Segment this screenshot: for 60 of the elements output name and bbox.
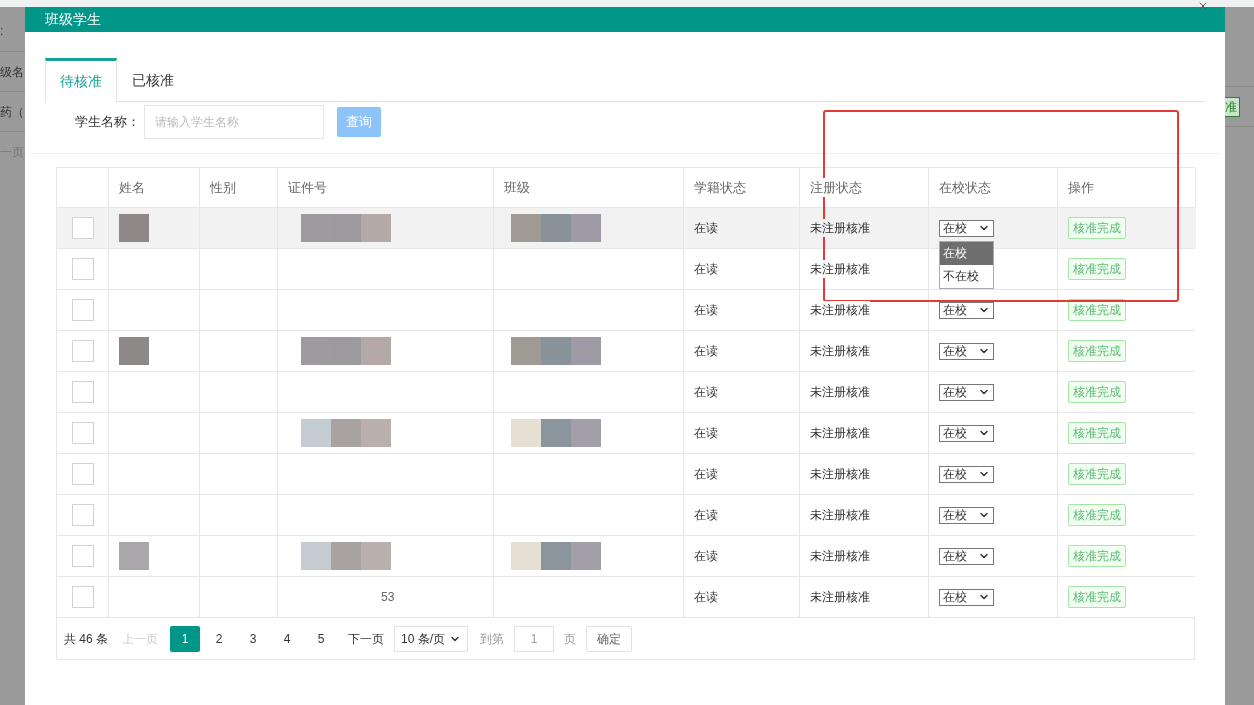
row-checkbox[interactable] xyxy=(71,504,94,526)
status-select[interactable]: 在校 xyxy=(939,342,994,360)
enrollment-cell-text: 在读 xyxy=(694,466,718,483)
page-button[interactable]: 2 xyxy=(204,625,234,652)
background-text: 药（ xyxy=(0,103,24,121)
page-button[interactable]: 1 xyxy=(170,625,200,652)
dropdown-option[interactable]: 在校 xyxy=(940,241,993,265)
registration-cell: 未注册核准 xyxy=(810,424,870,442)
status-select[interactable]: 在校 xyxy=(939,465,994,483)
row-checkbox[interactable] xyxy=(71,381,94,403)
registration-cell: 未注册核准 xyxy=(810,260,870,278)
total-count: 共 46 条 xyxy=(64,630,108,648)
enrollment-cell-text: 在读 xyxy=(694,302,718,319)
enrollment-cell-text: 在读 xyxy=(694,425,718,442)
enrollment-cell-text: 在读 xyxy=(694,261,718,278)
close-icon[interactable] xyxy=(1197,0,1209,12)
status-select[interactable]: 在校 xyxy=(939,506,994,524)
background-text: : xyxy=(0,23,4,40)
row-checkbox[interactable] xyxy=(71,258,94,280)
status-select[interactable]: 在校 xyxy=(939,383,994,401)
status-select[interactable]: 在校 xyxy=(939,588,994,606)
registration-cell: 未注册核准 xyxy=(810,547,870,565)
enrollment-cell-text: 在读 xyxy=(694,384,718,401)
row-checkbox[interactable] xyxy=(71,299,94,321)
dialog-title: 班级学生 xyxy=(45,10,101,29)
enrollment-cell-text: 在读 xyxy=(694,343,718,360)
search-field[interactable]: 请输入学生名称 xyxy=(144,105,324,139)
row-checkbox[interactable] xyxy=(71,422,94,444)
row-checkbox[interactable] xyxy=(71,463,94,485)
enrollment-cell-text: 在读 xyxy=(694,220,718,237)
goto-label: 到第 xyxy=(480,630,504,648)
registration-cell: 未注册核准 xyxy=(810,588,870,606)
row-checkbox[interactable] xyxy=(71,586,94,608)
row-checkbox[interactable] xyxy=(71,545,94,567)
enrollment-cell-text: 在读 xyxy=(694,548,718,565)
page-unit-label: 页 xyxy=(564,630,576,648)
status-select[interactable]: 在校 xyxy=(939,219,994,237)
next-page-link[interactable]: 下一页 xyxy=(348,629,384,648)
tab[interactable]: 已核准 xyxy=(117,58,189,102)
status-select[interactable]: 在校 xyxy=(939,424,994,442)
page-button[interactable]: 3 xyxy=(238,625,268,652)
enrollment-cell-text: 在读 xyxy=(694,589,718,606)
page-button[interactable]: 5 xyxy=(306,625,336,652)
page-size-select[interactable]: 10 条/页 xyxy=(394,625,468,652)
background-text: 级名 xyxy=(0,63,24,81)
registration-cell: 未注册核准 xyxy=(810,383,870,401)
row-checkbox[interactable] xyxy=(71,217,94,239)
confirm-button[interactable]: 确定 xyxy=(586,625,632,652)
column-header: 注册状态 xyxy=(810,177,862,198)
enrollment-cell-text: 在读 xyxy=(694,507,718,524)
status-select[interactable]: 在校 xyxy=(939,547,994,565)
search-label: 学生名称： xyxy=(75,113,141,132)
registration-cell: 未注册核准 xyxy=(810,506,870,524)
row-checkbox[interactable] xyxy=(71,340,94,362)
registration-cell: 未注册核准 xyxy=(810,219,870,237)
registration-cell: 未注册核准 xyxy=(810,342,870,360)
id-number-cell-text: 53 xyxy=(381,589,395,606)
registration-cell: 未注册核准 xyxy=(810,301,870,319)
registration-cell: 未注册核准 xyxy=(810,465,870,483)
page-button[interactable]: 4 xyxy=(272,625,302,652)
